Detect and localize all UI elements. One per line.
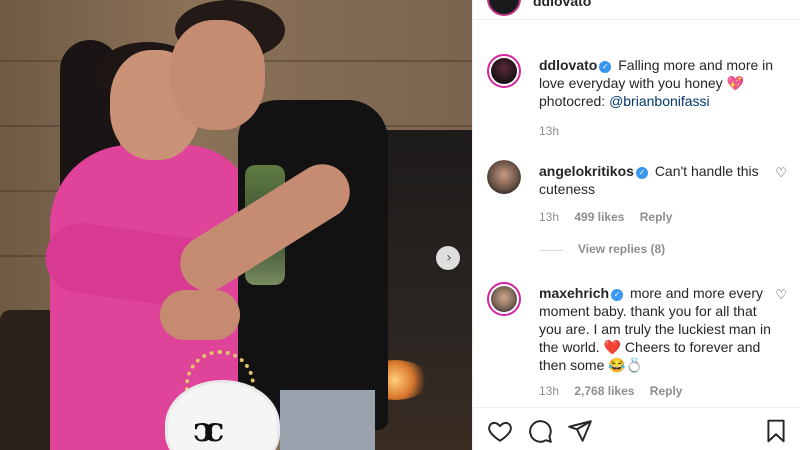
view-replies-button[interactable]: View replies (8) [578, 242, 665, 256]
comment: angelokritikos ✓ Can't handle this cutene… [487, 160, 787, 230]
avatar[interactable] [487, 54, 521, 88]
comment-text: angelokritikos ✓ Can't handle this cutene… [539, 162, 779, 198]
verified-badge-icon: ✓ [599, 61, 612, 73]
avatar[interactable] [487, 160, 521, 194]
clasped-hands [160, 290, 240, 340]
chevron-right-icon: › [446, 250, 452, 266]
header-avatar[interactable] [487, 0, 521, 16]
comment: maxehrich ✓ more and more every moment ba… [487, 282, 787, 402]
post-header: ddlovato [473, 0, 800, 20]
avatar[interactable] [487, 282, 521, 316]
reply-button[interactable]: Reply [640, 210, 673, 224]
red-heart-emoji: ❤️ [603, 339, 622, 355]
comment-meta: 13h 2,768 likes Reply [539, 384, 694, 398]
header-username[interactable]: ddlovato [533, 0, 591, 9]
like-count[interactable]: 2,768 likes [574, 384, 634, 398]
post-photo[interactable]: ↄc [0, 0, 472, 450]
heart-outline-icon[interactable]: ♡ [775, 288, 787, 303]
share-paper-plane-icon[interactable] [567, 418, 593, 444]
verified-badge-icon: ✓ [611, 289, 624, 301]
comment-username[interactable]: maxehrich [539, 285, 609, 301]
caption-time[interactable]: 13h [539, 124, 559, 138]
man-face [170, 20, 265, 130]
bookmark-icon[interactable] [763, 418, 789, 444]
comment-username[interactable]: angelokritikos [539, 163, 634, 179]
comment-time[interactable]: 13h [539, 384, 559, 398]
caption-text: ddlovato ✓ Falling more and more in love … [539, 56, 779, 110]
comment-bubble-icon[interactable] [527, 418, 553, 444]
heart-outline-icon[interactable]: ♡ [775, 166, 787, 181]
reply-button[interactable]: Reply [650, 384, 683, 398]
mention-link[interactable]: @brianbonifassi [609, 93, 710, 109]
verified-badge-icon: ✓ [635, 167, 648, 179]
replies-divider [539, 250, 563, 251]
like-heart-icon[interactable] [487, 418, 513, 444]
photocred-label: photocred: [539, 93, 610, 109]
action-bar [473, 407, 800, 450]
comment-meta: 13h 499 likes Reply [539, 210, 684, 224]
caption: ddlovato ✓ Falling more and more in love … [487, 54, 787, 144]
laugh-ring-emoji: 😂💍 [608, 357, 644, 373]
comment-text: maxehrich ✓ more and more every moment ba… [539, 284, 779, 374]
post-sidebar: ddlovato ddlovato ✓ Falling more and more… [472, 0, 800, 450]
jeans [280, 390, 375, 450]
purse-logo: ↄc [193, 410, 225, 450]
like-count[interactable]: 499 likes [574, 210, 624, 224]
caption-meta: 13h [539, 124, 571, 138]
next-photo-button[interactable]: › [436, 246, 460, 270]
caption-username[interactable]: ddlovato [539, 57, 597, 73]
sparkle-heart-emoji: 💖 [726, 75, 744, 91]
comment-time[interactable]: 13h [539, 210, 559, 224]
